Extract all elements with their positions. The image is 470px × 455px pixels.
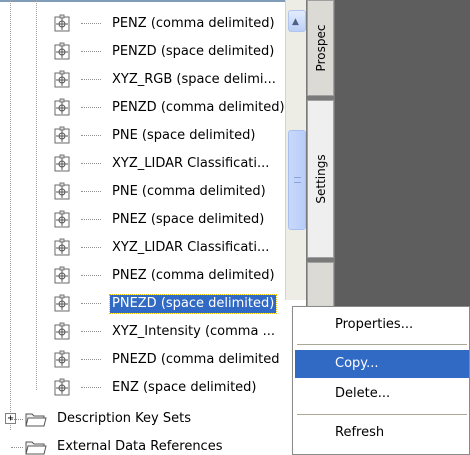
tab-survey[interactable] xyxy=(307,262,334,307)
point-file-format-icon xyxy=(54,182,70,200)
tree-item-point-file-format[interactable]: PNEZ (space delimited) xyxy=(0,206,285,233)
tree-group-label: External Data References xyxy=(57,439,223,454)
tree-item-point-file-format[interactable]: ENZ (space delimited) xyxy=(0,374,285,401)
prospector-tree: PENZ (comma delimited) PENZD (space deli… xyxy=(0,0,285,455)
tree-item-label: XYZ_LIDAR Classificati... xyxy=(112,156,270,171)
point-file-format-icon xyxy=(54,98,70,116)
grip-icon xyxy=(294,177,301,183)
tree-item-point-file-format[interactable]: XYZ_LIDAR Classificati... xyxy=(0,150,285,177)
tree-top-border xyxy=(0,0,285,2)
tree-item-label: PNEZ (comma delimited) xyxy=(112,268,275,283)
tree-group-external-data-references[interactable]: External Data References xyxy=(0,434,285,455)
point-file-format-icon xyxy=(54,294,70,312)
tree-item-point-file-format[interactable]: PNE (space delimited) xyxy=(0,122,285,149)
menu-item-properties[interactable]: Properties... xyxy=(295,311,469,339)
tree-item-point-file-format[interactable]: PENZ (comma delimited) xyxy=(0,10,285,37)
tree-item-label: PNEZD (space delimited) xyxy=(108,294,278,314)
point-file-format-icon xyxy=(54,42,70,60)
tree-item-label: PNEZ (space delimited) xyxy=(112,212,265,227)
tree-item-point-file-format[interactable]: PENZD (comma delimited) xyxy=(0,94,285,121)
tree-item-label: XYZ_RGB (space delimi... xyxy=(112,72,276,87)
scroll-thumb[interactable] xyxy=(288,130,306,230)
menu-item-delete[interactable]: Delete... xyxy=(295,380,469,408)
point-file-format-icon xyxy=(54,378,70,396)
tree-item-point-file-format[interactable]: XYZ_RGB (space delimi... xyxy=(0,66,285,93)
menu-separator xyxy=(297,414,467,415)
tree-item-label: ENZ (space delimited) xyxy=(112,380,257,395)
tree-item-label: PNE (comma delimited) xyxy=(112,184,266,199)
tree-item-point-file-format[interactable]: XYZ_Intensity (comma ... xyxy=(0,318,285,345)
tab-label: Settings xyxy=(313,154,328,204)
tree-item-point-file-format[interactable]: PNEZ (comma delimited) xyxy=(0,262,285,289)
point-file-format-icon xyxy=(54,350,70,368)
tab-prospector[interactable]: Prospec xyxy=(307,0,334,96)
menu-item-copy[interactable]: Copy... xyxy=(295,350,469,378)
tree-item-label: PENZD (comma delimited) xyxy=(112,100,284,115)
tree-item-label: PENZD (space delimited) xyxy=(112,44,275,59)
tree-item-point-file-format[interactable]: PNE (comma delimited) xyxy=(0,178,285,205)
menu-item-refresh[interactable]: Refresh xyxy=(295,419,469,447)
tree-item-label: XYZ_LIDAR Classificati... xyxy=(112,240,270,255)
point-file-format-icon xyxy=(54,266,70,284)
point-file-format-icon xyxy=(54,126,70,144)
point-file-format-icon xyxy=(54,14,70,32)
tree-group-description-key-sets[interactable]: + Description Key Sets xyxy=(0,406,285,432)
tree-group-label: Description Key Sets xyxy=(57,411,191,426)
scroll-up-button[interactable]: ▲ xyxy=(288,10,306,32)
point-file-format-icon xyxy=(54,210,70,228)
tab-settings[interactable]: Settings xyxy=(307,100,334,258)
point-file-format-icon xyxy=(54,70,70,88)
folder-icon xyxy=(25,413,47,427)
point-file-format-icon xyxy=(54,154,70,172)
tree-item-point-file-format-selected[interactable]: PNEZD (space delimited) xyxy=(0,290,285,317)
tree-item-label: PNE (space delimited) xyxy=(112,128,256,143)
tree-scrollbar[interactable]: ▲ xyxy=(285,0,306,300)
point-file-format-icon xyxy=(54,238,70,256)
tree-item-point-file-format[interactable]: XYZ_LIDAR Classificati... xyxy=(0,234,285,261)
tree-item-label: PNEZD (comma delimited xyxy=(112,352,280,367)
tree-item-point-file-format[interactable]: PENZD (space delimited) xyxy=(0,38,285,65)
tab-label: Prospec xyxy=(313,24,328,72)
chevron-up-icon: ▲ xyxy=(292,17,299,27)
tree-item-point-file-format[interactable]: PNEZD (comma delimited xyxy=(0,346,285,373)
tree-item-label: PENZ (comma delimited) xyxy=(112,16,275,31)
folder-icon xyxy=(25,441,47,455)
context-menu: Properties... Copy... Delete... Refresh xyxy=(292,306,470,455)
menu-separator xyxy=(297,344,467,345)
tree-item-label: XYZ_Intensity (comma ... xyxy=(112,324,275,339)
point-file-format-icon xyxy=(54,322,70,340)
